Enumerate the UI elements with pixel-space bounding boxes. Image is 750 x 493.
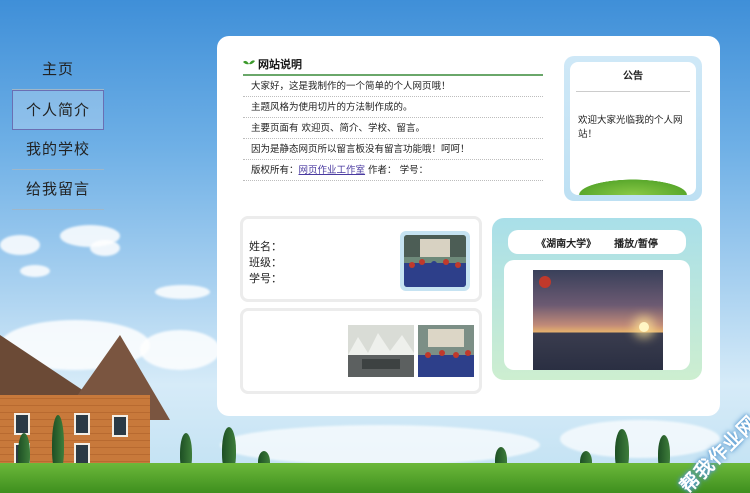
notice-title: 公告 [576, 62, 690, 92]
nav-item-message[interactable]: 给我留言 [12, 170, 104, 210]
site-description: 网站说明 大家好，这是我制作的一个简单的个人网页哦！ 主题风格为使用切片的方法制… [243, 54, 543, 181]
play-pause-button[interactable]: 播放/暂停 [614, 235, 658, 250]
hill-decoration [570, 177, 696, 195]
cloud [155, 285, 210, 299]
author-label: 作者： [365, 165, 397, 176]
sprout-icon [243, 60, 255, 69]
graduation-group-photo[interactable] [418, 325, 474, 377]
id-label: 学号： [249, 272, 282, 285]
profile-photo-frame [400, 231, 470, 291]
video-header: 《湖南大学》 播放/暂停 [508, 230, 686, 254]
video-body [504, 260, 690, 370]
notice-text: 欢迎大家光临我的个人网站！ [578, 115, 683, 140]
site-description-header: 网站说明 [243, 54, 543, 76]
cloud [0, 235, 40, 255]
copyright-prefix: 版权所有： [251, 165, 299, 176]
profile-info-box: 姓名： 班级： 学号： [240, 216, 482, 302]
description-line: 大家好，这是我制作的一个简单的个人网页哦！ [243, 76, 543, 97]
cloud [90, 240, 120, 256]
sunset-sun [639, 322, 649, 332]
video-screen[interactable] [533, 270, 663, 370]
site-description-title: 网站说明 [258, 58, 302, 71]
graduation-photo [404, 235, 466, 287]
content-panel: 网站说明 大家好，这是我制作的一个简单的个人网页哦！ 主题风格为使用切片的方法制… [217, 36, 720, 416]
snowy-campus-photo[interactable] [348, 325, 414, 377]
nav-item-home[interactable]: 主页 [12, 50, 104, 90]
photo-gallery-box [240, 308, 482, 394]
video-player-box: 《湖南大学》 播放/暂停 [492, 218, 702, 380]
description-line: 主题风格为使用切片的方法制作成的。 [243, 97, 543, 118]
main-nav: 主页 个人简介 我的学校 给我留言 [12, 50, 104, 210]
notice-box: 公告 欢迎大家光临我的个人网站！ [564, 56, 702, 201]
nav-item-profile[interactable]: 个人简介 [12, 90, 104, 130]
studio-link[interactable]: 网页作业工作室 [299, 165, 366, 176]
student-id-label: 学号： [396, 165, 429, 176]
cloud [20, 265, 50, 277]
class-label: 班级： [249, 256, 282, 269]
name-label: 姓名： [249, 240, 282, 253]
video-title: 《湖南大学》 [536, 238, 597, 250]
channel-logo-icon [539, 276, 551, 288]
description-line: 主要页面有 欢迎页、简介、学校、留言。 [243, 118, 543, 139]
copyright-line: 版权所有：网页作业工作室 作者： 学号： [243, 160, 543, 181]
grass-ground [0, 463, 750, 493]
description-line: 因为是静态网页所以留言板没有留言功能哦！呵呵！ [243, 139, 543, 160]
nav-item-school[interactable]: 我的学校 [12, 130, 104, 170]
